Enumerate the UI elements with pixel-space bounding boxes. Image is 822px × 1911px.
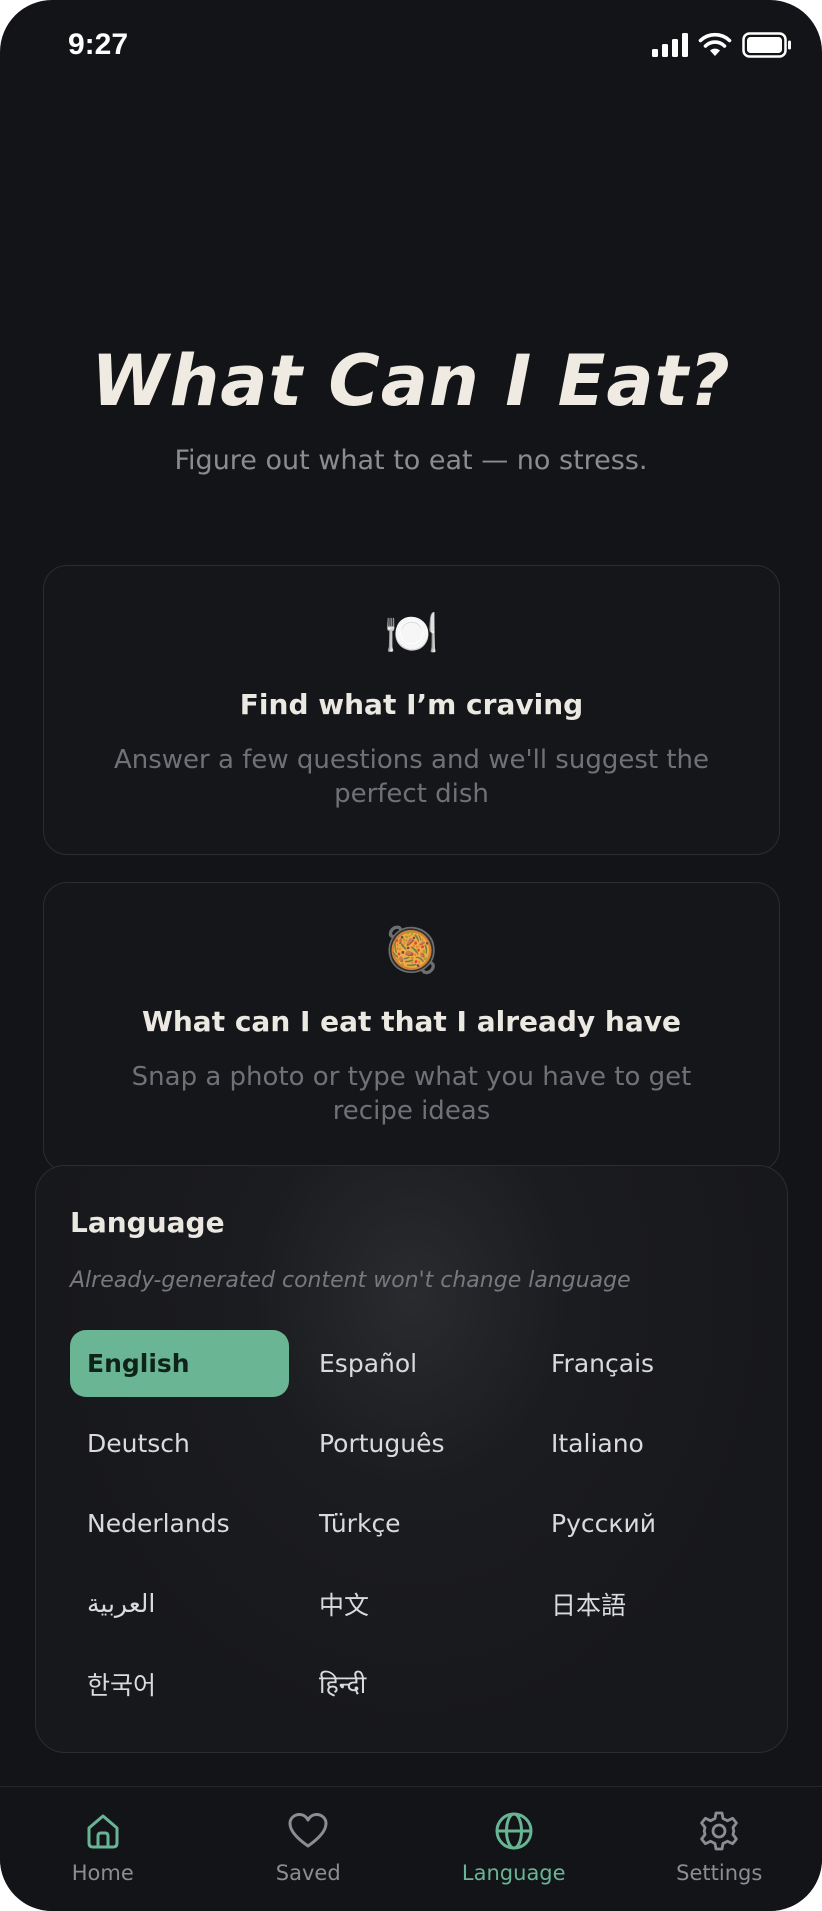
home-icon <box>81 1809 125 1853</box>
gear-icon <box>697 1809 741 1853</box>
language-option-italian[interactable]: Italiano <box>534 1410 753 1477</box>
language-panel-note: Already-generated content won't change l… <box>70 1268 631 1293</box>
status-time: 9:27 <box>68 28 129 61</box>
nav-label-home: Home <box>71 1861 134 1885</box>
language-option-korean[interactable]: 한국어 <box>70 1650 289 1717</box>
language-panel-title: Language <box>70 1206 225 1239</box>
language-option-turkish[interactable]: Türkçe <box>302 1490 521 1557</box>
cellular-signal-icon <box>652 33 688 57</box>
nav-label-saved: Saved <box>275 1861 341 1885</box>
nav-item-language[interactable]: Language <box>411 1787 617 1911</box>
plate-cutlery-icon: 🍽️ <box>384 608 439 659</box>
nav-item-home[interactable]: Home <box>0 1787 206 1911</box>
language-option-spanish[interactable]: Español <box>302 1330 521 1397</box>
language-option-hindi[interactable]: हिन्दी <box>302 1650 521 1717</box>
app-title: What Can I Eat? <box>91 340 731 422</box>
card-description: Answer a few questions and we'll suggest… <box>113 745 710 809</box>
wifi-icon <box>698 32 732 56</box>
card-description: Snap a photo or type what you have to ge… <box>131 1062 692 1126</box>
nav-item-settings[interactable]: Settings <box>617 1787 822 1911</box>
use-what-i-have-card[interactable]: 🥘 What can I eat that I already have Sna… <box>43 882 780 1172</box>
bottom-nav: Home Saved Language Settings <box>0 1786 822 1911</box>
app-subtitle: Figure out what to eat — no stress. <box>174 445 648 476</box>
language-option-german[interactable]: Deutsch <box>70 1410 289 1477</box>
language-option-dutch[interactable]: Nederlands <box>70 1490 289 1557</box>
language-option-portuguese[interactable]: Português <box>302 1410 521 1477</box>
language-option-french[interactable]: Français <box>534 1330 753 1397</box>
nav-label-language: Language <box>461 1861 566 1885</box>
card-title: What can I eat that I already have <box>141 1005 681 1038</box>
find-craving-card[interactable]: 🍽️ Find what I’m craving Answer a few qu… <box>43 565 780 855</box>
paella-pan-icon: 🥘 <box>384 925 439 976</box>
language-option-japanese[interactable]: 日本語 <box>534 1570 753 1637</box>
language-panel: Language Already-generated content won't… <box>35 1165 788 1753</box>
language-option-russian[interactable]: Русский <box>534 1490 753 1557</box>
nav-item-saved[interactable]: Saved <box>206 1787 412 1911</box>
heart-icon <box>286 1809 330 1853</box>
battery-icon <box>742 32 791 58</box>
globe-icon <box>492 1809 536 1853</box>
nav-label-settings: Settings <box>676 1861 763 1885</box>
status-icons <box>652 32 792 58</box>
language-option-english[interactable]: English <box>70 1330 289 1397</box>
language-option-chinese[interactable]: 中文 <box>302 1570 521 1637</box>
card-title: Find what I’m craving <box>239 688 584 721</box>
language-options: English Español Français Deutsch Portugu… <box>70 1330 757 1717</box>
language-option-arabic[interactable]: العربية <box>70 1570 289 1637</box>
app-screen: 9:27 What Can I Eat? Figure out what to … <box>0 0 822 1911</box>
